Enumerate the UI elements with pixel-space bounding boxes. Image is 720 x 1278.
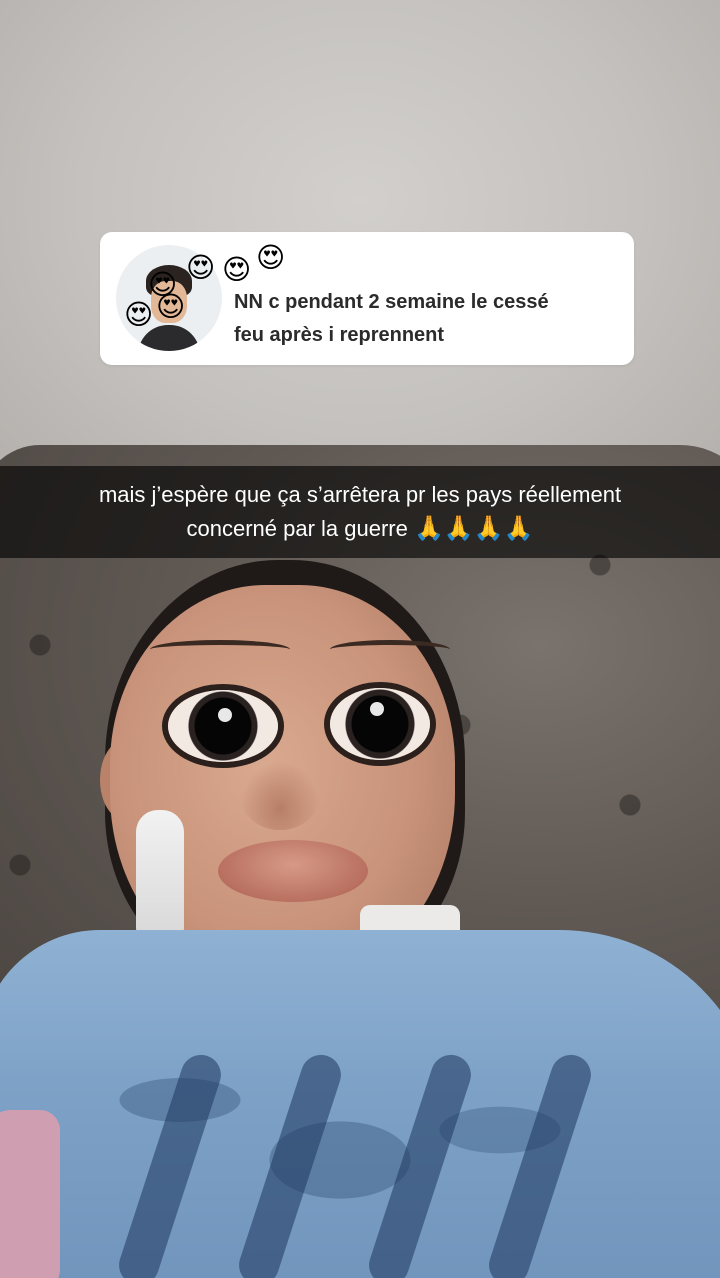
heart-eyes-emoji-icon: 😍 [186, 251, 216, 284]
story-view[interactable]: 😍 😍 😍 😍 😍 😍 NN c pendant 2 semaine le ce… [0, 0, 720, 1278]
heart-eyes-emoji-icon: 😍 [222, 253, 252, 286]
pink-fabric [0, 1110, 60, 1278]
lips [218, 840, 368, 902]
heart-eyes-emoji-icon: 😍 [124, 298, 154, 331]
caption-line-2: concerné par la guerre 🙏🙏🙏🙏 [186, 512, 533, 546]
caption-line-2-text: concerné par la guerre [186, 516, 408, 541]
reply-message: NN c pendant 2 semaine le cessé feu aprè… [234, 286, 614, 352]
caption-bar[interactable]: mais j’espère que ça s’arrêtera pr les p… [0, 466, 720, 558]
blue-sweater [0, 930, 720, 1278]
praying-hands-icon: 🙏🙏🙏🙏 [413, 515, 534, 542]
right-eye [330, 688, 430, 760]
right-eye-glint [370, 702, 384, 716]
left-eyebrow [150, 640, 290, 659]
heart-eyes-emoji-icon: 😍 [156, 290, 186, 323]
reply-message-line: feu après i reprennent [234, 324, 445, 346]
caption-line-1: mais j’espère que ça s’arrêtera pr les p… [98, 482, 622, 507]
reply-sticker[interactable]: 😍 😍 😍 😍 😍 😍 NN c pendant 2 semaine le ce… [100, 232, 634, 365]
reply-message-line: NN c pendant 2 semaine le cessé [234, 291, 549, 313]
earbud [136, 810, 184, 950]
heart-eyes-emoji-icon: 😍 [256, 241, 286, 274]
right-eyebrow [330, 640, 450, 659]
left-eye-glint [218, 708, 232, 722]
left-eye [168, 690, 278, 762]
nose [240, 760, 320, 830]
